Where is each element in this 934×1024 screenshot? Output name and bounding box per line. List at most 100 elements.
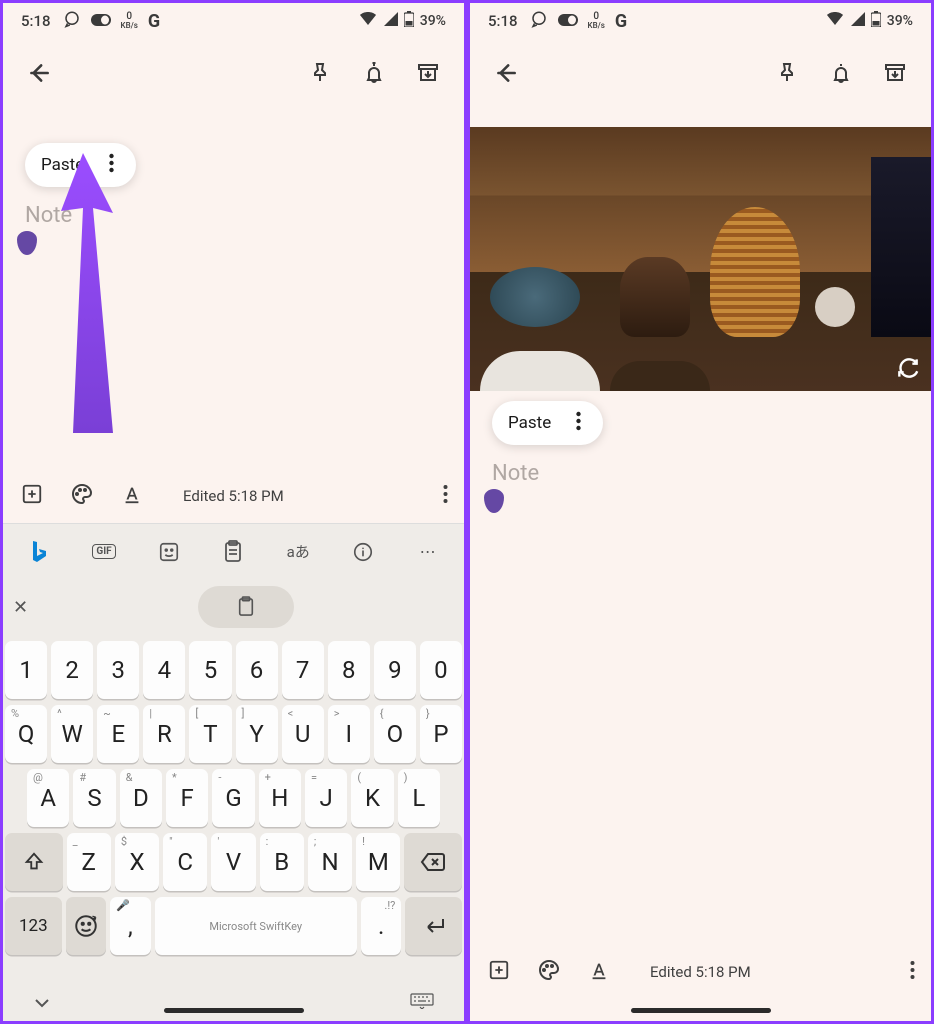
gesture-handle[interactable]	[631, 1008, 771, 1013]
keyboard-mode-button[interactable]	[410, 993, 434, 1013]
key-e[interactable]: ~E	[97, 705, 139, 763]
bing-icon[interactable]	[24, 537, 54, 567]
sync-icon[interactable]	[895, 355, 921, 381]
text-cursor-handle[interactable]	[17, 231, 37, 255]
key-x[interactable]: $X	[115, 833, 159, 891]
key-4[interactable]: 4	[143, 641, 185, 699]
key-space[interactable]: Microsoft SwiftKey	[155, 897, 357, 955]
key-2[interactable]: 2	[51, 641, 93, 699]
key-y[interactable]: ]Y	[236, 705, 278, 763]
key-d[interactable]: &D	[120, 769, 162, 827]
app-bar	[470, 39, 931, 107]
paste-more-button[interactable]	[102, 153, 120, 177]
key-q[interactable]: %Q	[5, 705, 47, 763]
info-button[interactable]	[348, 537, 378, 567]
gesture-handle[interactable]	[164, 1008, 304, 1013]
key-m[interactable]: ! M	[356, 833, 400, 891]
key-s[interactable]: #S	[73, 769, 115, 827]
status-time: 5:18	[488, 12, 518, 30]
key-3[interactable]: 3	[97, 641, 139, 699]
key-shift[interactable]	[5, 833, 63, 891]
key-w[interactable]: ^W	[51, 705, 93, 763]
screen-left: 5:18 0 KB/s G 39%	[0, 0, 467, 1024]
key-c[interactable]: "C	[163, 833, 207, 891]
whatsapp-icon	[63, 10, 81, 32]
keyboard-toolbar: GIF aあ ⋯	[3, 523, 464, 579]
text-format-button[interactable]	[119, 483, 145, 509]
clipboard-pill[interactable]	[198, 586, 294, 628]
signal-icon	[850, 12, 865, 30]
suggest-close-button[interactable]: ✕	[13, 597, 28, 618]
key-9[interactable]: 9	[374, 641, 416, 699]
battery-pct: 39%	[887, 13, 913, 29]
key-1[interactable]: 1	[5, 641, 47, 699]
key-o[interactable]: {O	[374, 705, 416, 763]
reminder-button[interactable]	[819, 51, 863, 95]
data-speed: 0KB/s	[588, 12, 605, 30]
key-emoji[interactable]	[66, 897, 106, 955]
key-backspace[interactable]	[404, 833, 462, 891]
key-comma[interactable]: 🎤,	[110, 897, 150, 955]
toolbar-more-button[interactable]: ⋯	[413, 537, 443, 567]
key-f[interactable]: *F	[166, 769, 208, 827]
key-6[interactable]: 6	[236, 641, 278, 699]
key-enter[interactable]	[405, 897, 462, 955]
paste-option[interactable]: Paste	[41, 155, 84, 175]
add-button[interactable]	[19, 483, 45, 509]
palette-button[interactable]	[536, 958, 562, 986]
note-placeholder[interactable]: Note	[25, 203, 72, 228]
back-button[interactable]	[484, 51, 528, 95]
add-button[interactable]	[486, 959, 512, 985]
key-p[interactable]: }P	[420, 705, 462, 763]
note-more-button[interactable]	[443, 484, 448, 508]
paste-option[interactable]: Paste	[508, 413, 551, 433]
key-z[interactable]: _Z	[67, 833, 111, 891]
pin-button[interactable]	[765, 51, 809, 95]
clipboard-button[interactable]	[218, 537, 248, 567]
palette-button[interactable]	[69, 482, 95, 510]
key-v[interactable]: 'V	[211, 833, 255, 891]
key-0[interactable]: 0	[420, 641, 462, 699]
archive-button[interactable]	[406, 51, 450, 95]
sticker-button[interactable]	[154, 537, 184, 567]
key-8[interactable]: 8	[328, 641, 370, 699]
key-i[interactable]: >I	[328, 705, 370, 763]
key-g[interactable]: -G	[212, 769, 254, 827]
archive-button[interactable]	[873, 51, 917, 95]
text-cursor-handle[interactable]	[484, 489, 504, 513]
key-k[interactable]: (K	[351, 769, 393, 827]
back-button[interactable]	[17, 51, 61, 95]
key-a[interactable]: @A	[27, 769, 69, 827]
key-j[interactable]: =J	[305, 769, 347, 827]
key-t[interactable]: [T	[189, 705, 231, 763]
keyboard: 1234567890 %Q^W~E|R[T]Y<U>I{O}P @A#S&D*F…	[3, 635, 464, 985]
reminder-button[interactable]	[352, 51, 396, 95]
wifi-icon	[826, 12, 844, 30]
key-period[interactable]: .!?.	[361, 897, 401, 955]
paste-popup: Paste	[25, 143, 136, 187]
pill-icon	[558, 12, 578, 30]
gif-button[interactable]: GIF	[89, 537, 119, 567]
key-n[interactable]: ;N	[308, 833, 352, 891]
key-l[interactable]: )L	[398, 769, 440, 827]
key-7[interactable]: 7	[282, 641, 324, 699]
inserted-image[interactable]	[470, 127, 931, 391]
google-icon: G	[148, 11, 160, 32]
key-u[interactable]: <U	[282, 705, 324, 763]
key-123[interactable]: 123	[5, 897, 62, 955]
key-b[interactable]: :B	[260, 833, 304, 891]
edited-timestamp: Edited 5:18 PM	[650, 963, 751, 981]
status-time: 5:18	[21, 12, 51, 30]
data-speed: 0 KB/s	[121, 12, 138, 30]
key-r[interactable]: |R	[143, 705, 185, 763]
key-5[interactable]: 5	[189, 641, 231, 699]
note-more-button[interactable]	[910, 960, 915, 984]
key-h[interactable]: +H	[259, 769, 301, 827]
text-format-button[interactable]	[586, 959, 612, 985]
paste-more-button[interactable]	[569, 411, 587, 435]
translate-button[interactable]: aあ	[283, 537, 313, 567]
pin-button[interactable]	[298, 51, 342, 95]
note-placeholder[interactable]: Note	[492, 461, 539, 486]
collapse-keyboard-button[interactable]	[33, 994, 51, 1013]
signal-icon	[383, 12, 398, 30]
